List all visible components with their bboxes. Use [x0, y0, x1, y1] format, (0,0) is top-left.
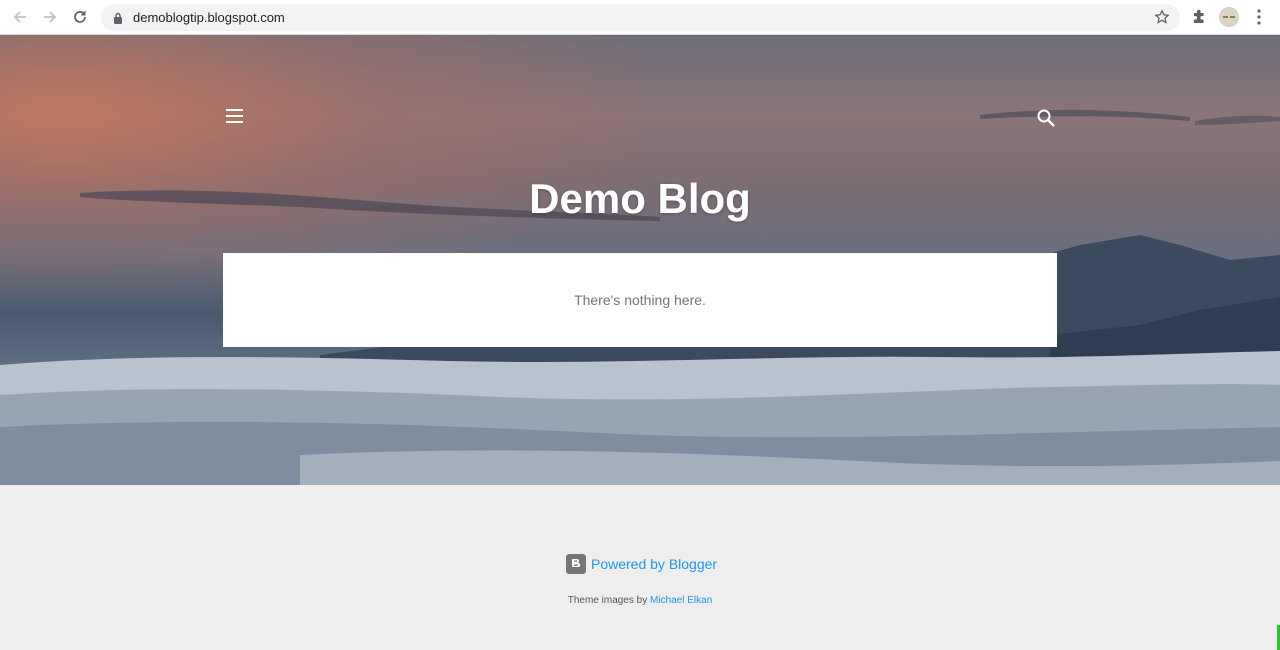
browser-toolbar: demoblogtip.blogspot.com — [0, 0, 1280, 35]
extensions-icon[interactable] — [1190, 8, 1208, 31]
header-hero: Demo Blog There's nothing here. — [0, 35, 1280, 485]
footer: Powered by Blogger Theme images by Micha… — [0, 485, 1280, 650]
blog-title[interactable]: Demo Blog — [0, 175, 1280, 223]
posts-card: There's nothing here. — [223, 253, 1057, 347]
empty-posts-message: There's nothing here. — [574, 292, 706, 308]
hamburger-menu-icon[interactable] — [225, 109, 245, 123]
theme-credit-prefix: Theme images by — [567, 595, 648, 606]
lock-icon — [113, 11, 123, 29]
bookmark-star-icon[interactable] — [1154, 9, 1170, 30]
powered-by-blogger-link[interactable]: Powered by Blogger — [566, 554, 717, 574]
menu-kebab-icon[interactable] — [1254, 9, 1264, 25]
theme-credit: Theme images by Michael Elkan — [0, 595, 1280, 606]
powered-by-label: Powered by Blogger — [591, 556, 718, 572]
search-icon[interactable] — [1036, 108, 1056, 128]
theme-author-link[interactable]: Michael Elkan — [650, 595, 712, 606]
address-bar[interactable]: demoblogtip.blogspot.com — [101, 4, 1180, 31]
reload-icon[interactable] — [68, 6, 92, 28]
profile-avatar[interactable] — [1219, 7, 1239, 27]
url-text[interactable]: demoblogtip.blogspot.com — [133, 10, 285, 25]
blogger-logo-icon — [566, 554, 586, 574]
forward-icon[interactable] — [38, 6, 62, 28]
back-icon[interactable] — [8, 6, 32, 28]
